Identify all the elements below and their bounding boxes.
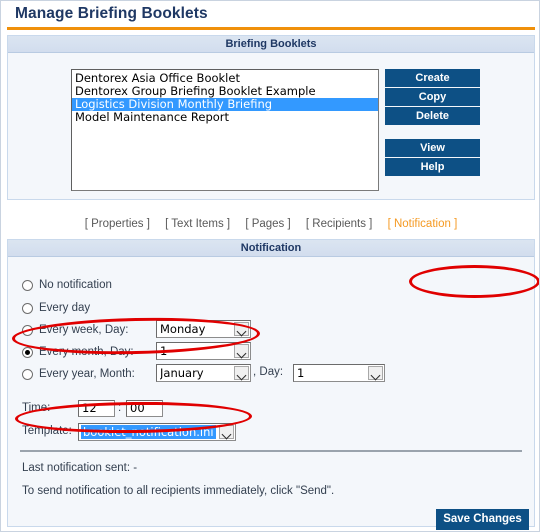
radio-label-no-notification: No notification — [39, 279, 112, 291]
create-button[interactable]: Create — [385, 69, 480, 87]
year-day-select[interactable]: 1 — [293, 364, 385, 382]
last-notification-sent-text: Last notification sent: - — [22, 462, 138, 474]
time-hours-input[interactable]: 12 — [78, 400, 115, 417]
radio-label-every-month: Every month, Day: — [39, 346, 134, 358]
chevron-down-icon[interactable] — [234, 344, 249, 358]
save-changes-button[interactable]: Save Changes — [436, 509, 529, 530]
year-day-select-value: 1 — [297, 366, 305, 380]
week-day-select-value: Monday — [160, 322, 206, 336]
week-day-select[interactable]: Monday — [156, 320, 251, 338]
month-day-select-value: 1 — [160, 344, 168, 358]
page-title: Manage Briefing Booklets — [15, 5, 208, 22]
radio-label-every-year: Every year, Month: — [39, 368, 135, 380]
radio-label-every-day: Every day — [39, 302, 91, 314]
section-divider — [20, 450, 522, 452]
tab-recipients[interactable]: [ Recipients ] — [306, 218, 372, 230]
copy-button[interactable]: Copy — [385, 88, 480, 106]
briefing-booklets-panel-header: Briefing Booklets — [8, 36, 534, 53]
time-separator: : — [118, 402, 122, 414]
radio-every-day[interactable] — [22, 303, 33, 314]
view-button[interactable]: View — [385, 139, 480, 157]
year-month-select-value: January — [160, 366, 204, 380]
chevron-down-icon[interactable] — [368, 366, 383, 380]
tab-text-items[interactable]: [ Text Items ] — [165, 218, 230, 230]
year-month-select[interactable]: January — [156, 364, 251, 382]
template-label: Template: — [22, 425, 72, 437]
radio-every-month[interactable] — [22, 347, 33, 358]
send-hint-text: To send notification to all recipients i… — [22, 485, 335, 497]
title-underline-rule — [7, 27, 535, 30]
radio-label-every-week: Every week, Day: — [39, 324, 129, 336]
tab-properties[interactable]: [ Properties ] — [85, 218, 150, 230]
tab-notification[interactable]: [ Notification ] — [388, 218, 458, 230]
chevron-down-icon[interactable] — [234, 366, 249, 380]
tab-pages[interactable]: [ Pages ] — [245, 218, 290, 230]
template-select[interactable]: booklet_notification.ini — [78, 423, 236, 441]
list-item[interactable]: Model Maintenance Report — [72, 111, 378, 124]
notification-panel-body: No notification Every day Every week, Da… — [8, 257, 534, 526]
help-button[interactable]: Help — [385, 158, 480, 176]
radio-every-week[interactable] — [22, 325, 33, 336]
section-tabs: [ Properties ] [ Text Items ] [ Pages ] … — [1, 218, 539, 230]
year-day-label: , Day: — [253, 366, 284, 378]
month-day-select[interactable]: 1 — [156, 342, 251, 360]
time-label: Time: — [22, 402, 51, 414]
notification-panel-header: Notification — [8, 240, 534, 257]
chevron-down-icon[interactable] — [234, 322, 249, 336]
briefing-booklets-panel: Briefing Booklets Dentorex Asia Office B… — [7, 35, 535, 200]
application-page: Manage Briefing Booklets Briefing Bookle… — [0, 0, 540, 532]
chevron-down-icon[interactable] — [219, 425, 234, 439]
option-row-every-day: Every day — [8, 300, 534, 318]
delete-button[interactable]: Delete — [385, 107, 480, 125]
radio-no-notification[interactable] — [22, 280, 33, 291]
booklet-listbox[interactable]: Dentorex Asia Office Booklet Dentorex Gr… — [71, 69, 379, 191]
option-row-every-week: Every week, Day: — [8, 322, 534, 340]
radio-every-year[interactable] — [22, 369, 33, 380]
template-select-value: booklet_notification.ini — [81, 425, 216, 439]
option-row-every-month: Every month, Day: — [8, 344, 534, 362]
option-row-no-notification: No notification — [8, 277, 534, 295]
notification-panel: Notification No notification Every day E… — [7, 239, 535, 530]
time-minutes-input[interactable]: 00 — [126, 400, 163, 417]
